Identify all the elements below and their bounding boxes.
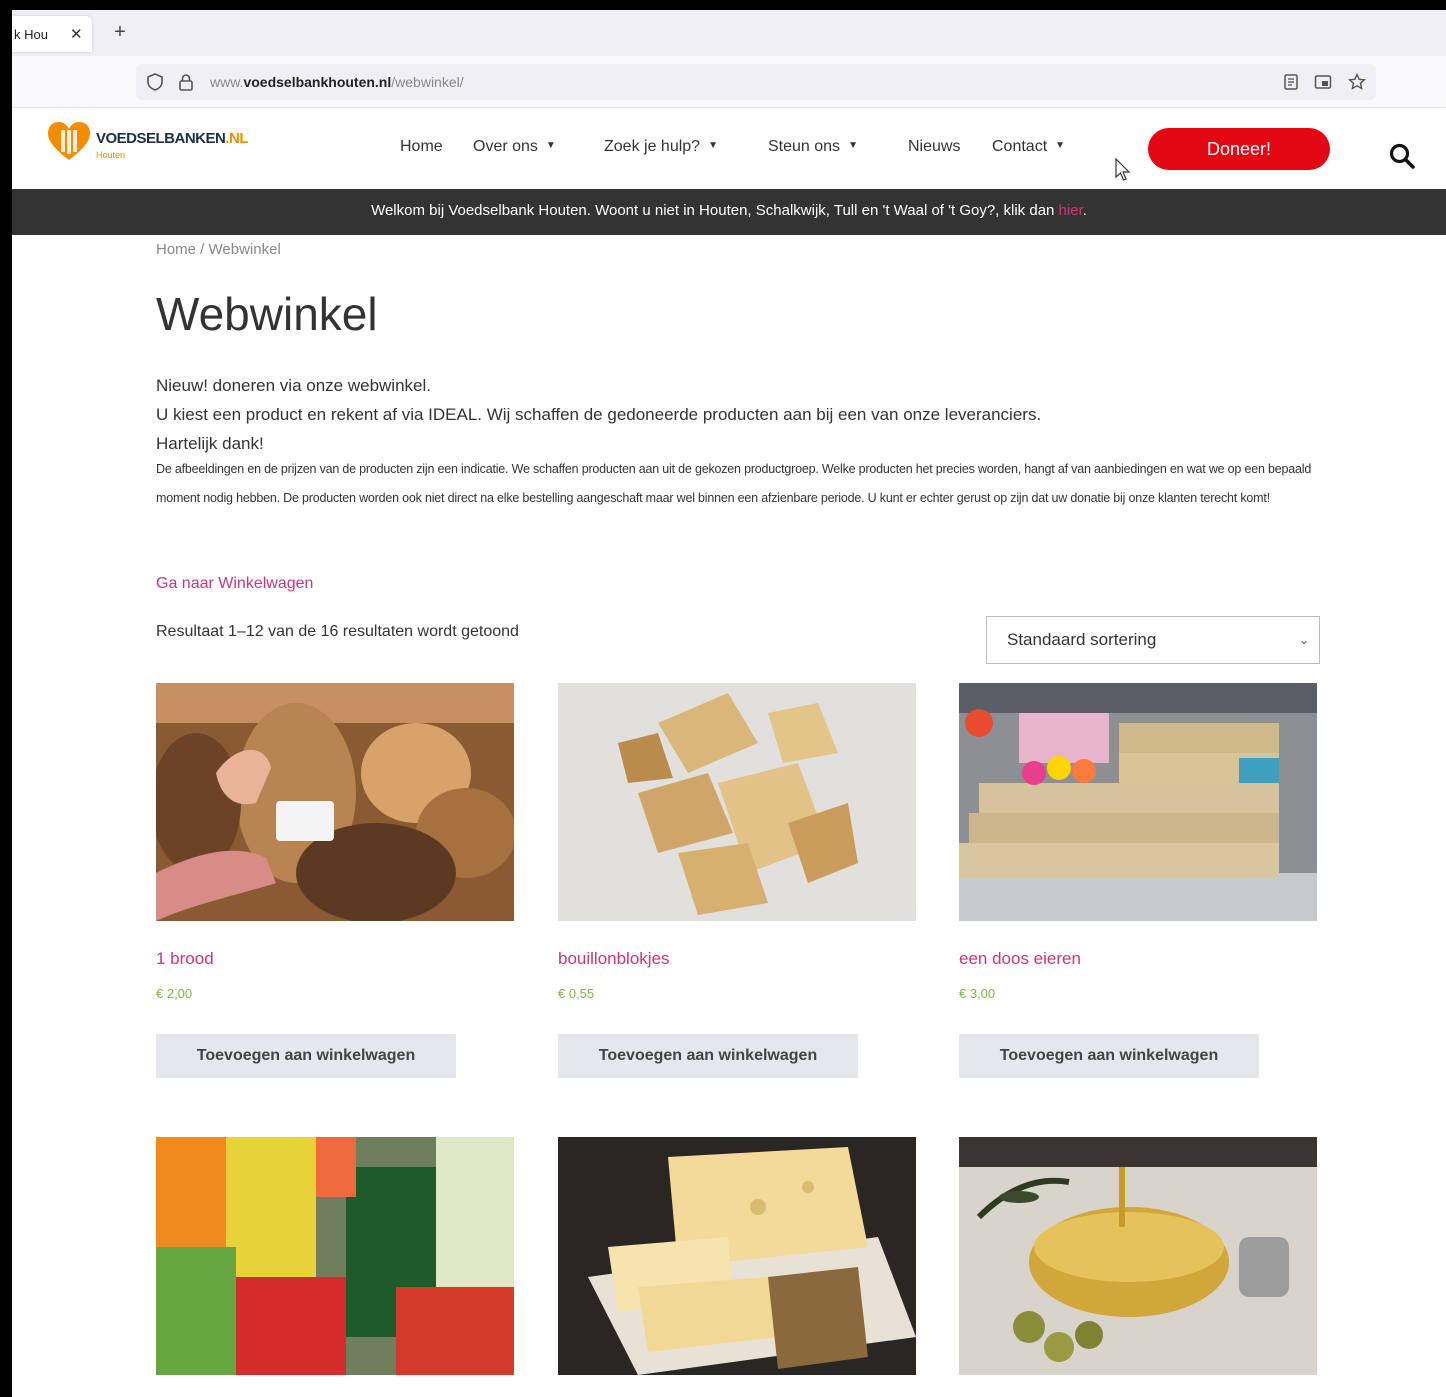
caret-down-icon: ▼ [848,140,858,151]
nav-label: Home [400,138,443,155]
search-icon[interactable] [1388,142,1416,170]
heart-logo-icon [48,122,90,160]
url-path: /webwinkel/ [391,74,464,90]
product-image-bread[interactable] [156,683,514,921]
add-to-cart-button[interactable]: Toevoegen aan winkelwagen [156,1034,456,1078]
breadcrumb-separator: / [196,241,209,258]
product-image-eggs[interactable] [959,683,1317,921]
page-title: Webwinkel [156,288,378,340]
product-name[interactable]: een doos eieren [959,949,1081,969]
caret-down-icon: ▼ [545,140,556,151]
nav-label: Nieuws [908,138,961,155]
result-count: Resultaat 1–12 van de 16 resultaten word… [156,623,519,640]
bouillon-image-icon [558,683,916,921]
welcome-banner: Welkom bij Voedselbank Houten. Woont u n… [12,189,1446,235]
cart-link[interactable]: Ga naar Winkelwagen [156,575,313,593]
welcome-text: Welkom bij Voedselbank Houten. Woont u n… [371,202,1059,219]
mouse-cursor-icon [1115,158,1131,181]
vegetables-image-icon [156,1137,514,1375]
nav-label: Steun ons [768,138,841,155]
browser-toolbar: www.voedselbankhouten.nl/webwinkel/ [12,56,1446,108]
tab-close-icon[interactable]: ✕ [70,25,83,43]
nav-item-zoek-je-hulp[interactable]: Zoek je hulp? ▼ [604,138,718,156]
caret-down-icon: ▼ [708,140,718,151]
sort-select[interactable]: Standaard sortering ⌄ [986,616,1320,664]
browser-tab[interactable]: k Hou ✕ [12,16,92,52]
product-image-cheese[interactable] [558,1137,916,1375]
welcome-link[interactable]: hier [1059,202,1083,219]
product-image-bouillon[interactable] [558,683,916,921]
disclaimer-text: De afbeeldingen en de prijzen van de pro… [156,462,1312,505]
product-name[interactable]: bouillonblokjes [558,949,670,969]
welcome-suffix: . [1082,202,1087,219]
logo-brand-text: VOEDSELBANKEN.NL [96,130,249,147]
product-image-olive-oil[interactable] [959,1137,1317,1375]
nav-label: Over ons [473,138,538,155]
nav-item-home[interactable]: Home [400,138,443,156]
bread-image-icon [156,683,514,921]
site-logo[interactable]: VOEDSELBANKEN.NL Houten [46,120,256,164]
breadcrumb: Home / Webwinkel [156,241,281,258]
site-header: VOEDSELBANKEN.NL Houten Home Over ons ▼ Z… [12,108,1446,189]
chevron-down-icon: ⌄ [1298,633,1309,647]
product-image-vegetables[interactable] [156,1137,514,1375]
breadcrumb-home[interactable]: Home [156,241,196,258]
new-tab-button[interactable]: + [108,20,132,44]
nav-item-nieuws[interactable]: Nieuws [908,138,960,156]
reader-view-icon[interactable] [1282,73,1300,91]
lock-icon[interactable] [178,73,194,91]
shield-icon[interactable] [146,73,164,91]
intro-line: Nieuw! doneren via onze webwinkel. [156,376,431,395]
olive-oil-image-icon [959,1137,1317,1375]
donate-button[interactable]: Doneer! [1148,128,1330,170]
breadcrumb-current: Webwinkel [208,241,281,258]
intro-line: Hartelijk dank! [156,434,264,453]
add-to-cart-button[interactable]: Toevoegen aan winkelwagen [558,1034,858,1078]
logo-tld: .NL [225,130,249,147]
intro-text: Nieuw! doneren via onze webwinkel. U kie… [156,371,1041,458]
browser-window: k Hou ✕ + www.voedselbankhouten.nl/webwi… [12,10,1446,1397]
nav-item-steun-ons[interactable]: Steun ons ▼ [768,138,858,156]
picture-in-picture-icon[interactable] [1314,73,1332,91]
bookmark-star-icon[interactable] [1348,73,1366,91]
eggs-image-icon [959,683,1317,921]
product-name[interactable]: 1 brood [156,949,214,969]
logo-brand: VOEDSELBANKEN [96,130,226,147]
cheese-image-icon [558,1137,916,1375]
sort-selected-value: Standaard sortering [1007,630,1157,649]
intro-line: U kiest een product en rekent af via IDE… [156,405,1042,424]
tab-title: k Hou [14,26,48,42]
product-price: € 0,55 [558,986,595,1001]
add-to-cart-button[interactable]: Toevoegen aan winkelwagen [959,1034,1259,1078]
tab-strip: k Hou ✕ + [12,10,1446,56]
logo-subtitle: Houten [96,150,126,160]
product-price: € 2,00 [156,986,193,1001]
nav-item-over-ons[interactable]: Over ons ▼ [473,138,556,156]
caret-down-icon: ▼ [1055,140,1066,151]
product-price: € 3,00 [959,986,996,1001]
nav-label: Contact [992,138,1048,155]
url-domain: voedselbankhouten.nl [243,74,392,90]
nav-item-contact[interactable]: Contact ▼ [992,138,1065,156]
url-text[interactable]: www.voedselbankhouten.nl/webwinkel/ [210,74,464,90]
address-bar[interactable]: www.voedselbankhouten.nl/webwinkel/ [136,64,1376,100]
url-prefix: www. [210,74,244,90]
nav-label: Zoek je hulp? [604,138,701,155]
